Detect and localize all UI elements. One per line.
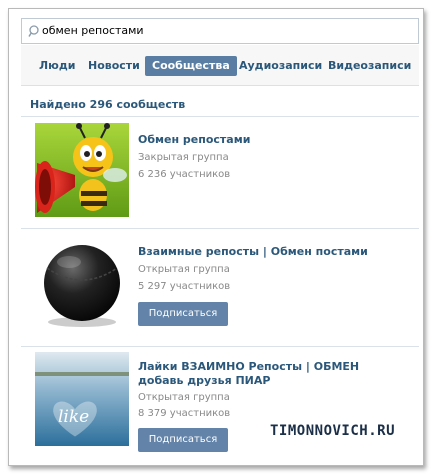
group-avatar-ball[interactable] bbox=[35, 236, 129, 330]
tab-communities[interactable]: Сообщества bbox=[145, 56, 237, 76]
tab-news[interactable]: Новости bbox=[88, 57, 140, 75]
group-type: Закрытая группа bbox=[138, 152, 229, 163]
divider bbox=[21, 346, 419, 347]
group-members: 6 236 участников bbox=[138, 169, 231, 180]
group-members: 5 297 участников bbox=[138, 281, 231, 292]
group-type: Открытая группа bbox=[138, 392, 230, 403]
tab-audio[interactable]: Аудиозаписи bbox=[239, 57, 322, 75]
divider bbox=[21, 228, 419, 229]
results-summary: Найдено 296 сообществ bbox=[30, 98, 186, 111]
search-tabs: Люди Новости Сообщества Аудиозаписи Виде… bbox=[21, 45, 419, 86]
search-results-window: обмен репостами Люди Новости Сообщества … bbox=[8, 8, 424, 466]
group-avatar-bee[interactable] bbox=[35, 123, 129, 217]
group-type: Открытая группа bbox=[138, 264, 230, 275]
group-members: 8 379 участников bbox=[138, 408, 231, 419]
search-query: обмен репостами bbox=[42, 24, 144, 37]
join-button[interactable]: Подписаться bbox=[138, 428, 228, 452]
divider bbox=[21, 116, 419, 117]
like-logo-text: like bbox=[58, 407, 89, 427]
group-name-link[interactable]: Взаимные репосты | Обмен постами bbox=[138, 245, 408, 259]
tab-video[interactable]: Видеозаписи bbox=[328, 57, 411, 75]
tab-people[interactable]: Люди bbox=[39, 57, 75, 75]
join-button[interactable]: Подписаться bbox=[138, 302, 228, 326]
search-input[interactable]: обмен репостами bbox=[21, 18, 419, 44]
group-name-link[interactable]: Лайки ВЗАИМНО Репосты | ОБМЕН добавь дру… bbox=[138, 360, 408, 388]
group-name-link[interactable]: Обмен репостами bbox=[138, 133, 408, 147]
watermark: TIMONNOVICH.RU bbox=[270, 423, 396, 439]
group-avatar-like[interactable]: like bbox=[35, 352, 129, 446]
search-icon bbox=[28, 25, 39, 37]
